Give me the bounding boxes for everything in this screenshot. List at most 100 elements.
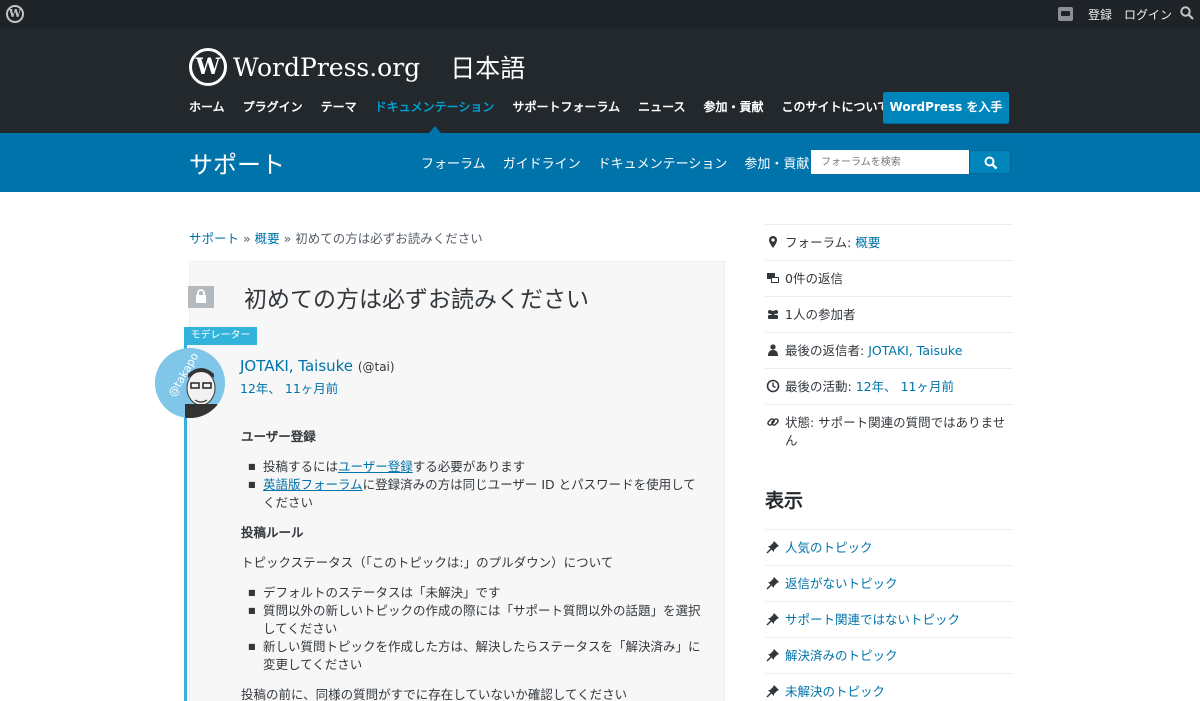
breadcrumb-separator: » <box>283 231 292 246</box>
meta-status: 状態: サポート関連の質問ではありません <box>765 404 1013 458</box>
nav-documentation[interactable]: ドキュメンテーション <box>375 98 494 133</box>
meta-status-text: 状態: サポート関連の質問ではありません <box>785 415 1006 448</box>
views-list: 人気のトピック 返信がないトピック サポート関連ではないトピック 解決済みのトピ… <box>765 529 1013 701</box>
main-nav: ホーム プラグイン テーマ ドキュメンテーション サポートフォーラム ニュース … <box>189 98 907 133</box>
author-link[interactable]: JOTAKI, Taisuke <box>240 357 353 375</box>
list-item-text: 投稿するには <box>263 459 339 474</box>
user-icon <box>768 344 778 356</box>
topic-title: 初めての方は必ずお読みください <box>244 287 589 313</box>
support-nav-forums[interactable]: フォーラム <box>421 153 486 172</box>
post-date-link[interactable]: 12年、 11ヶ月前 <box>240 378 338 397</box>
meta-replies: 0件の返信 <box>765 260 1013 296</box>
pin-icon <box>766 649 779 662</box>
support-nav: フォーラム ガイドライン ドキュメンテーション 参加・貢献 <box>421 153 826 172</box>
user-registration-link[interactable]: ユーザー登録 <box>338 459 413 474</box>
get-wordpress-button[interactable]: WordPress を入手 <box>883 92 1009 123</box>
list-item: デフォルトのステータスは「未解決」です <box>241 584 701 602</box>
search-icon <box>984 156 998 170</box>
location-pin-icon <box>769 236 777 248</box>
link-icon <box>767 418 779 426</box>
locale-label: 日本語 <box>450 54 526 83</box>
author-handle: (@tai) <box>357 360 395 374</box>
forum-search-button[interactable] <box>969 150 1011 174</box>
site-logo[interactable]: W WordPress.org 日本語 <box>189 47 525 87</box>
breadcrumb-support[interactable]: サポート <box>189 231 239 246</box>
view-link-non-support[interactable]: サポート関連ではないトピック <box>785 612 960 627</box>
support-bar: サポート フォーラム ガイドライン ドキュメンテーション 参加・貢献 <box>0 133 1200 192</box>
view-item-popular: 人気のトピック <box>765 529 1013 565</box>
rules-list: デフォルトのステータスは「未解決」です 質問以外の新しいトピックの作成の際には「… <box>241 584 701 674</box>
view-item-resolved: 解決済みのトピック <box>765 637 1013 673</box>
pin-icon <box>766 613 779 626</box>
forum-search-input[interactable] <box>811 150 969 174</box>
list-item: 英語版フォーラムに登録済みの方は同じユーザー ID とパスワードを使用してくださ… <box>241 476 701 512</box>
search-icon[interactable] <box>1180 6 1194 20</box>
nav-news[interactable]: ニュース <box>638 98 685 115</box>
view-link-unresolved[interactable]: 未解決のトピック <box>785 684 885 699</box>
pin-icon <box>766 685 779 698</box>
support-nav-get-involved[interactable]: 参加・貢献 <box>744 153 809 172</box>
breadcrumb-separator: » <box>243 231 251 246</box>
meta-last-reply-label: 最後の返信者: <box>785 343 865 358</box>
author-name: JOTAKI, Taisuke (@tai) <box>240 357 395 375</box>
meta-last-reply: 最後の返信者: JOTAKI, Taisuke <box>765 332 1013 368</box>
view-link-popular[interactable]: 人気のトピック <box>785 540 873 555</box>
list-item: 新しい質問トピックを作成した方は、解決したらステータスを「解決済み」に変更してく… <box>241 638 701 674</box>
clock-icon <box>766 379 780 393</box>
support-title[interactable]: サポート <box>189 145 285 180</box>
meta-last-activity: 最後の活動: 12年、 11ヶ月前 <box>765 368 1013 404</box>
notification-icon[interactable] <box>1058 7 1073 21</box>
section-title-registration: ユーザー登録 <box>241 429 316 444</box>
admin-bar: W 登録 ログイン <box>0 0 1200 28</box>
view-item-unresolved: 未解決のトピック <box>765 673 1013 701</box>
pin-icon <box>766 541 779 554</box>
avatar[interactable]: @takapo <box>155 348 225 418</box>
nav-plugins[interactable]: プラグイン <box>243 98 303 115</box>
lock-icon <box>188 286 214 308</box>
pin-icon <box>766 577 779 590</box>
meta-last-activity-link[interactable]: 12年、 11ヶ月前 <box>856 379 954 394</box>
topic-meta-sidebar: フォーラム: 概要 0件の返信 1人の参加者 最後の返信者: JOTAKI, T… <box>765 224 1013 458</box>
meta-participants-text: 1人の参加者 <box>785 307 856 322</box>
moderator-badge: モデレーター <box>184 327 257 345</box>
register-link[interactable]: 登録 <box>1088 6 1112 23</box>
breadcrumb-current: 初めての方は必ずお読みください <box>295 231 483 246</box>
login-link[interactable]: ログイン <box>1124 6 1172 23</box>
nav-get-involved[interactable]: 参加・貢献 <box>704 98 764 115</box>
registration-list: 投稿するにはユーザー登録する必要があります 英語版フォーラムに登録済みの方は同じ… <box>241 458 701 512</box>
list-item: 投稿するにはユーザー登録する必要があります <box>241 458 701 476</box>
view-link-resolved[interactable]: 解決済みのトピック <box>785 648 898 663</box>
meta-forum: フォーラム: 概要 <box>765 224 1013 260</box>
view-link-no-replies[interactable]: 返信がないトピック <box>785 576 898 591</box>
rules-intro: トピックステータス（「このトピックは:」のプルダウン）について <box>241 555 614 570</box>
meta-forum-label: フォーラム: <box>785 235 852 250</box>
view-item-no-replies: 返信がないトピック <box>765 565 1013 601</box>
comments-icon <box>767 273 779 283</box>
wordpress-logo-icon: W <box>189 48 227 86</box>
groups-icon <box>768 310 778 319</box>
nav-support-forums[interactable]: サポートフォーラム <box>512 98 620 115</box>
wordpress-icon[interactable]: W <box>6 5 24 23</box>
nav-themes[interactable]: テーマ <box>321 98 357 115</box>
post-content: ユーザー登録 投稿するにはユーザー登録する必要があります 英語版フォーラムに登録… <box>241 428 701 701</box>
logo-text: WordPress.org <box>233 52 421 82</box>
meta-forum-link[interactable]: 概要 <box>855 235 880 250</box>
views-title: 表示 <box>765 490 804 512</box>
breadcrumb-forum[interactable]: 概要 <box>255 231 280 246</box>
view-item-non-support: サポート関連ではないトピック <box>765 601 1013 637</box>
english-forum-link[interactable]: 英語版フォーラム <box>263 477 363 492</box>
meta-replies-text: 0件の返信 <box>785 271 843 286</box>
support-nav-documentation[interactable]: ドキュメンテーション <box>598 153 728 172</box>
breadcrumb: サポート » 概要 » 初めての方は必ずお読みください <box>189 228 483 247</box>
meta-last-activity-label: 最後の活動: <box>785 379 852 394</box>
rules-tail: 投稿の前に、同様の質問がすでに存在していないか確認してください <box>241 687 628 701</box>
nav-home[interactable]: ホーム <box>189 98 225 115</box>
meta-last-reply-link[interactable]: JOTAKI, Taisuke <box>868 343 962 358</box>
list-item-text: する必要があります <box>412 459 526 474</box>
section-title-rules: 投稿ルール <box>241 525 304 540</box>
site-header: W WordPress.org 日本語 ホーム プラグイン テーマ ドキュメンテ… <box>0 28 1200 133</box>
list-item: 質問以外の新しいトピックの作成の際には「サポート質問以外の話題」を選択してくださ… <box>241 602 701 638</box>
meta-participants: 1人の参加者 <box>765 296 1013 332</box>
nav-about[interactable]: このサイトについて <box>782 98 890 115</box>
support-nav-guidelines[interactable]: ガイドライン <box>503 153 581 172</box>
